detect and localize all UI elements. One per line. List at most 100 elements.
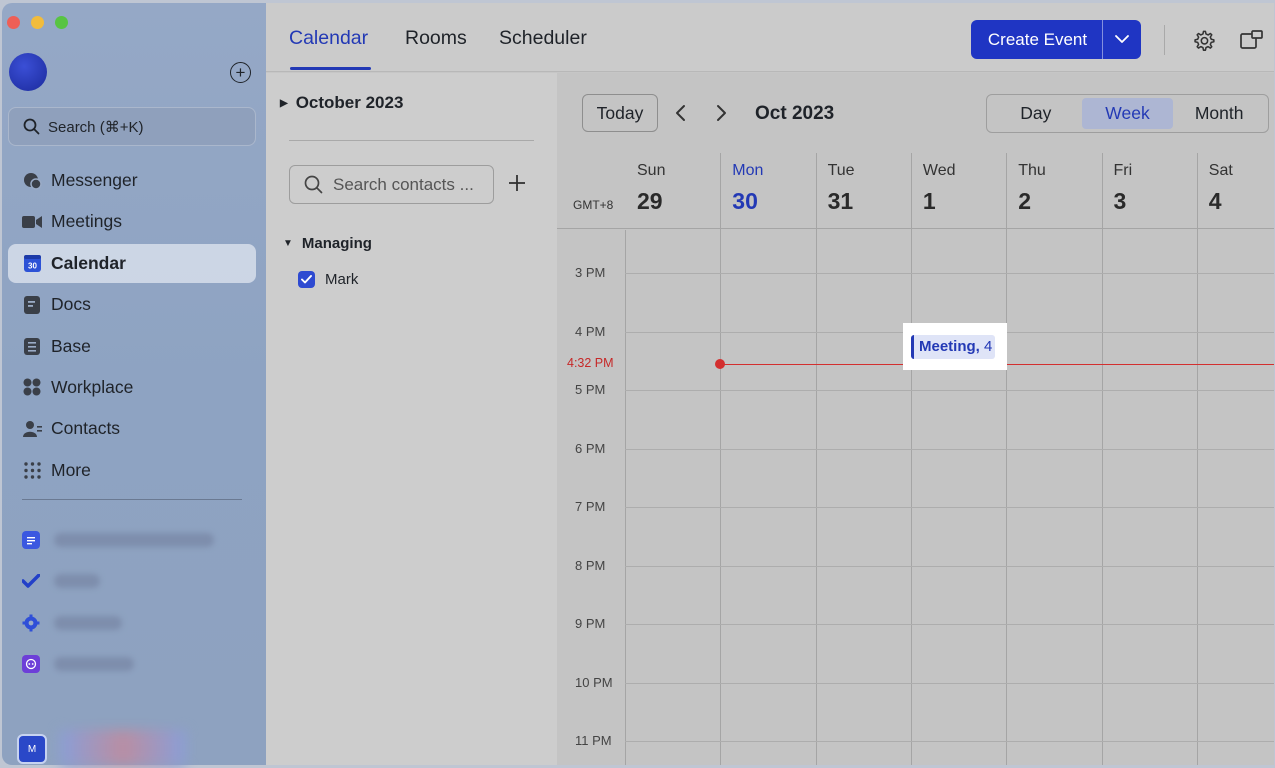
mini-calendar-month: October 2023 (295, 93, 404, 112)
close-window-button[interactable] (7, 16, 20, 29)
managing-group-toggle[interactable]: ▼ Managing (283, 235, 372, 252)
sidebar-item-label: Docs (51, 294, 91, 315)
doc-pin-icon (22, 530, 40, 549)
user-avatar[interactable] (9, 53, 47, 91)
sidebar-item-calendar[interactable]: 30 Calendar (8, 243, 256, 283)
sidebar-item-meetings[interactable]: Meetings (8, 202, 256, 241)
calendar-side-panel: ▶ October 2023 Search contacts ... ▼ Man… (266, 73, 557, 765)
chevron-right-icon[interactable] (714, 104, 728, 122)
pinned-item-settings[interactable] (22, 602, 214, 644)
tab-scheduler[interactable]: Scheduler (499, 27, 587, 50)
add-circle-icon[interactable]: + (230, 62, 251, 83)
messenger-icon (22, 171, 42, 191)
settings-pin-icon (22, 614, 40, 632)
calendar-icon: 30 (22, 253, 42, 273)
day-date-number: 31 (827, 188, 854, 214)
task-check-icon (22, 572, 40, 590)
sidebar-item-label: Contacts (51, 418, 121, 439)
view-day-button[interactable]: Day (990, 98, 1082, 129)
sidebar-item-docs[interactable]: Docs (8, 285, 256, 324)
more-grid-icon (22, 460, 42, 480)
sidebar-item-label: Base (51, 335, 91, 356)
docs-icon (22, 295, 42, 315)
minimize-window-button[interactable] (31, 16, 44, 29)
pinned-item-chat[interactable] (22, 644, 214, 686)
chat-bot-icon (22, 655, 40, 674)
member-name: Mark (325, 271, 359, 288)
workspace-avatar[interactable]: M (17, 734, 47, 764)
view-switcher: Day Week Month (986, 94, 1269, 133)
day-date-number: 2 (1018, 188, 1031, 214)
day-column-header[interactable]: Sun 29 (625, 153, 720, 229)
video-camera-icon (22, 212, 42, 232)
calendar-range-title: Oct 2023 (755, 103, 835, 124)
calendar-member-row[interactable]: Mark (298, 271, 358, 288)
member-checkbox[interactable] (298, 271, 315, 288)
sidebar-item-label: Calendar (51, 252, 126, 273)
create-event-button[interactable]: Create Event (971, 20, 1141, 59)
add-contact-icon[interactable] (507, 171, 527, 197)
active-tab-indicator (290, 67, 371, 70)
current-time-dot (715, 359, 725, 369)
event-time-snippet: 4 (984, 338, 993, 355)
checkmark-icon (301, 275, 312, 284)
hour-label: 10 PM (575, 674, 613, 690)
workspace-name-redacted (60, 730, 186, 766)
day-column-header[interactable]: Tue 31 (816, 153, 911, 229)
day-of-week-label: Fri (1113, 162, 1133, 179)
pop-out-window-icon[interactable] (1239, 28, 1263, 52)
sidebar-item-base[interactable]: Base (8, 327, 256, 366)
tab-calendar[interactable]: Calendar (289, 27, 368, 50)
pinned-item-label-redacted (54, 574, 100, 589)
day-of-week-label: Mon (732, 162, 764, 179)
sidebar-item-label: Workplace (51, 376, 134, 397)
sidebar-item-contacts[interactable]: Contacts (8, 409, 256, 448)
day-date-number: 3 (1113, 188, 1127, 214)
main-area: Calendar Rooms Scheduler Create Event ▶ … (266, 3, 1274, 765)
contacts-icon (22, 419, 42, 439)
create-event-dropdown[interactable] (1103, 35, 1141, 44)
managing-group-label: Managing (301, 235, 372, 252)
day-column-header[interactable]: Fri 3 (1102, 153, 1197, 229)
view-week-button[interactable]: Week (1081, 98, 1174, 129)
day-column-divider (910, 153, 912, 765)
hour-gridline (625, 624, 1274, 625)
global-search[interactable]: Search (⌘+K) (8, 107, 256, 146)
calendar-event[interactable]: Meeting, 4 (911, 335, 995, 359)
pinned-item-doc[interactable] (22, 519, 214, 561)
chevron-down-icon (1115, 35, 1129, 43)
tab-rooms[interactable]: Rooms (405, 27, 467, 50)
day-column-header[interactable]: Mon 30 (720, 153, 815, 229)
hour-gridline (625, 273, 1274, 274)
contact-search-input[interactable]: Search contacts ... (289, 165, 494, 204)
day-column-header[interactable]: Wed 1 (911, 153, 1006, 229)
pinned-items (22, 519, 214, 685)
day-column-divider (625, 230, 626, 765)
today-button[interactable]: Today (582, 94, 658, 132)
day-of-week-label: Thu (1018, 162, 1046, 179)
day-column-header[interactable]: Sat 4 (1197, 153, 1274, 229)
settings-gear-icon[interactable] (1191, 28, 1215, 52)
hour-gridline (625, 741, 1274, 742)
sidebar-item-messenger[interactable]: Messenger (8, 161, 256, 200)
day-column-header[interactable]: Thu 2 (1006, 153, 1101, 229)
view-month-button[interactable]: Month (1173, 98, 1265, 129)
toolbar-divider (1164, 25, 1165, 55)
maximize-window-button[interactable] (55, 16, 68, 29)
hour-gridline (625, 565, 1274, 567)
sidebar-item-more[interactable]: More (8, 451, 256, 490)
top-bar: Calendar Rooms Scheduler Create Event (266, 3, 1274, 72)
caret-right-icon: ▶ (280, 97, 288, 109)
panel-divider (289, 140, 534, 141)
day-column-divider (815, 153, 817, 765)
hour-label: 4 PM (575, 323, 606, 339)
hour-label: 5 PM (575, 382, 606, 397)
day-column-divider (1196, 153, 1198, 765)
timezone-label: GMT+8 (573, 198, 614, 212)
chevron-left-icon[interactable] (674, 104, 688, 122)
day-of-week-label: Sat (1208, 162, 1233, 179)
sidebar-item-workplace[interactable]: Workplace (8, 368, 256, 407)
hour-label: 3 PM (575, 265, 606, 280)
pinned-item-task[interactable] (22, 561, 214, 603)
mini-calendar-toggle[interactable]: ▶ October 2023 (280, 93, 403, 113)
